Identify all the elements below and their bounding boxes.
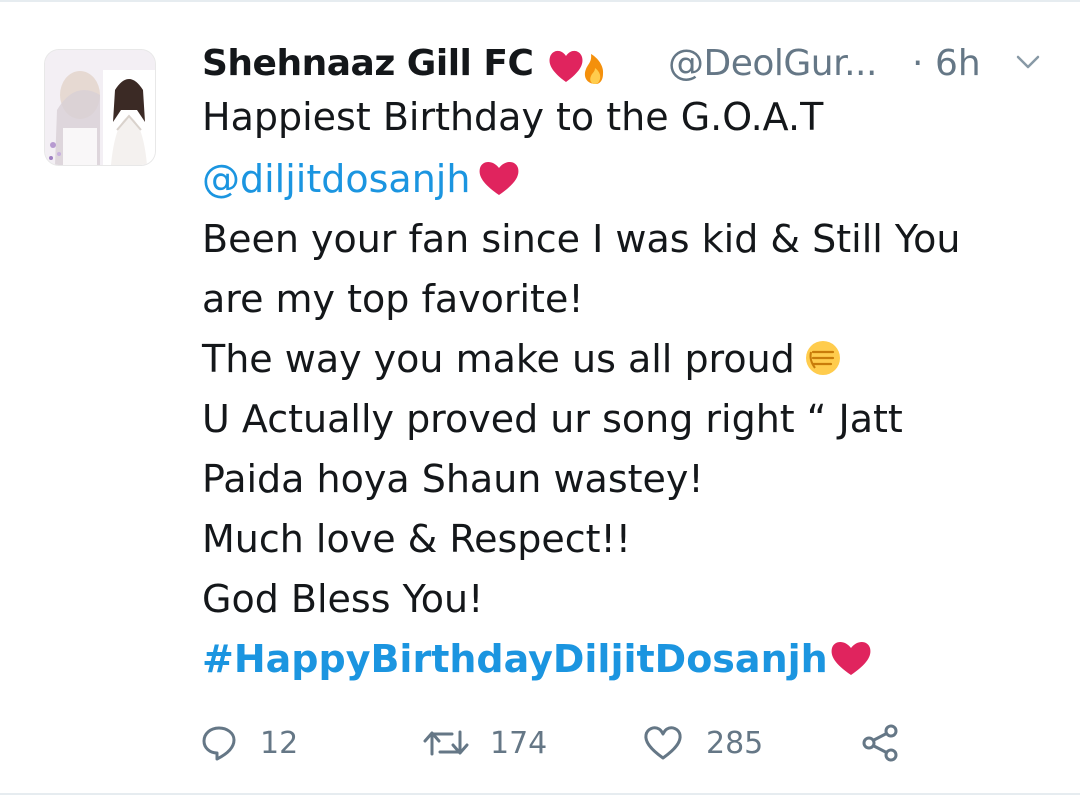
hashtag-line: #HappyBirthdayDiljitDosanjh (202, 634, 874, 684)
proud-line: The way you make us all proud (202, 334, 845, 384)
user-handle[interactable]: @DeolGur... (668, 40, 877, 88)
tweet-line: Much love & Respect!! (202, 517, 632, 561)
tweet-timestamp[interactable]: 6h (935, 40, 981, 88)
bottom-divider (0, 793, 1080, 795)
hashtag-link[interactable]: #HappyBirthdayDiljitDosanjh (202, 637, 828, 681)
share-button[interactable] (860, 718, 902, 768)
tweet-line: Been your fan since I was kid & Still Yo… (202, 217, 961, 261)
tweet-line: Happiest Birthday to the G.O.A.T (202, 95, 824, 139)
like-button[interactable]: 285 (642, 718, 763, 768)
reply-count: 12 (260, 725, 299, 761)
separator-dot: · (912, 43, 924, 84)
heart-emoji-icon (480, 161, 519, 195)
mention-link[interactable]: @diljitdosanjh (202, 157, 470, 201)
retweet-count: 174 (490, 725, 548, 761)
heart-emoji-icon (831, 641, 871, 675)
tweet-actions: 12 174 285 (200, 718, 920, 768)
retweet-icon (423, 730, 469, 756)
avatar[interactable] (45, 50, 155, 165)
reply-button[interactable]: 12 (200, 718, 298, 768)
tweet-header: Shehnaaz Gill FC @DeolGur... · 6h (202, 40, 1052, 90)
tweet-line: God Bless You! (202, 577, 484, 621)
heart-fire-emoji-icon (549, 50, 604, 84)
chevron-down-icon[interactable] (1014, 52, 1042, 72)
like-icon (644, 726, 682, 760)
display-name[interactable]: Shehnaaz Gill FC (202, 40, 534, 88)
tweet-line: Paida hoya Shaun wastey! (202, 457, 704, 501)
top-divider (0, 0, 1080, 2)
tweet-line: are my top favorite! (202, 277, 584, 321)
like-count: 285 (706, 725, 764, 761)
share-icon (862, 724, 898, 762)
retweet-button[interactable]: 174 (422, 718, 547, 768)
tweet-line-text: The way you make us all proud (202, 337, 795, 381)
tweet-line: U Actually proved ur song right “ Jatt (202, 397, 903, 441)
mention-line: @diljitdosanjh (202, 154, 522, 204)
reply-icon (202, 726, 236, 761)
raised-fist-emoji-icon (805, 341, 840, 375)
